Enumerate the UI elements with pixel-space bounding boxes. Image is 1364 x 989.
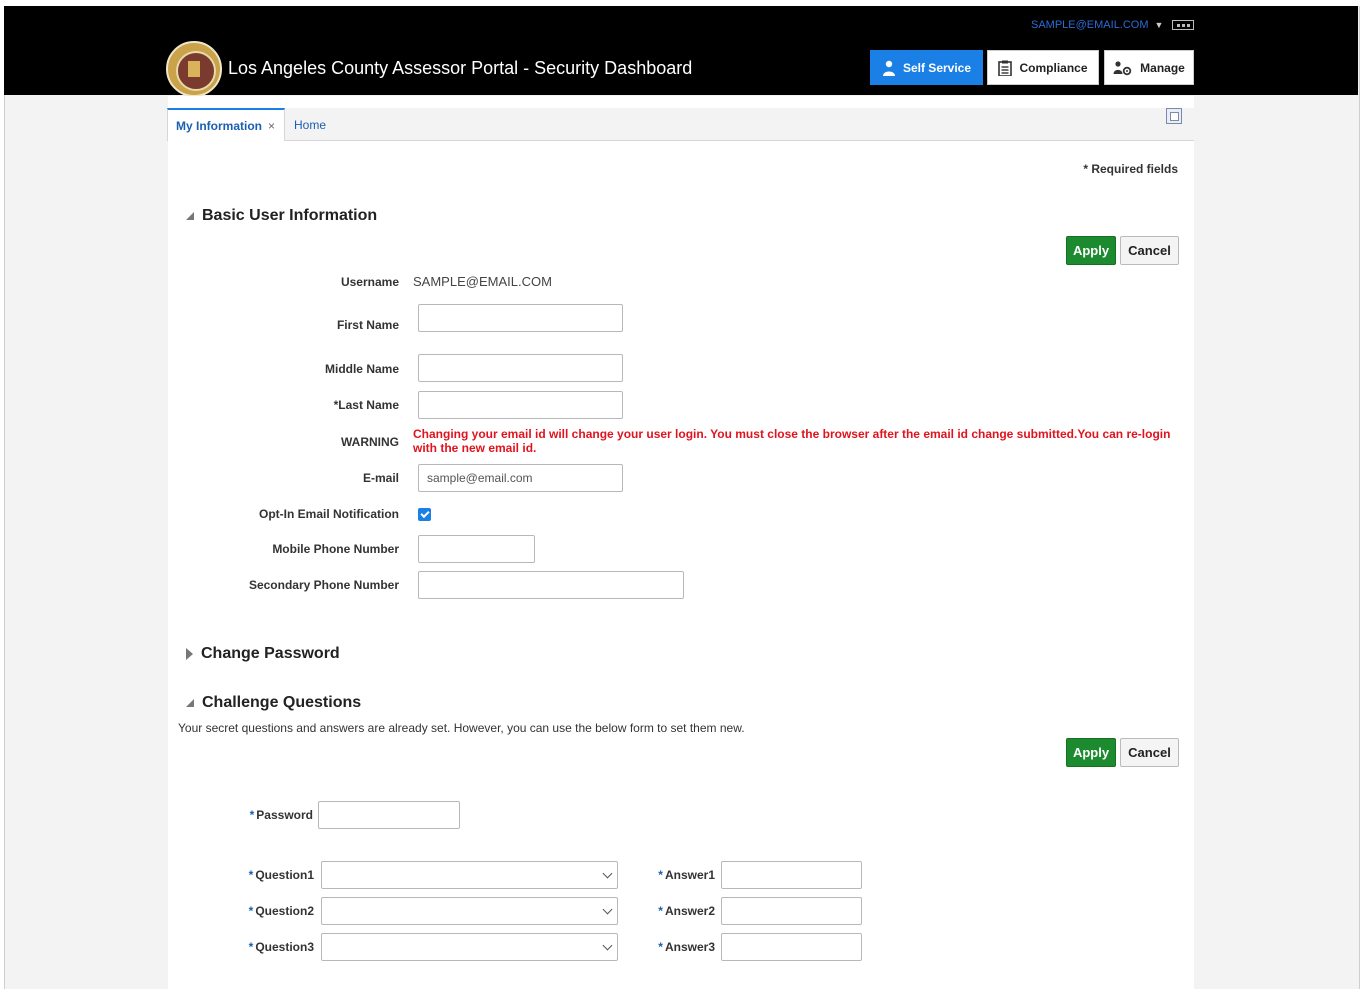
tab-my-information[interactable]: My Information ×: [167, 108, 285, 141]
person-icon: [882, 60, 896, 76]
clipboard-icon: [998, 60, 1013, 77]
compliance-button[interactable]: Compliance: [987, 50, 1099, 85]
chevron-down-icon: [602, 940, 613, 951]
people-gear-icon: [1113, 60, 1133, 76]
collapse-triangle-icon: [186, 699, 194, 707]
question1-select[interactable]: [321, 861, 618, 889]
change-password-section-header[interactable]: Change Password: [186, 645, 340, 663]
optin-checkbox[interactable]: [418, 508, 431, 521]
tab-my-information-label: My Information: [176, 118, 262, 133]
last-name-field[interactable]: [418, 391, 623, 419]
self-service-button[interactable]: Self Service: [870, 50, 983, 85]
answer2-field[interactable]: [721, 897, 862, 925]
question2-label: * Question2: [248, 904, 314, 918]
optin-label: Opt-In Email Notification: [259, 507, 399, 521]
challenge-description: Your secret questions and answers are al…: [178, 721, 745, 735]
change-password-title: Change Password: [201, 645, 340, 662]
answer3-field[interactable]: [721, 933, 862, 961]
chevron-down-icon: ▼: [1154, 20, 1164, 30]
mobile-phone-label: Mobile Phone Number: [272, 542, 399, 556]
compliance-label: Compliance: [1019, 60, 1088, 75]
export-icon[interactable]: [1166, 108, 1182, 124]
first-name-field[interactable]: [418, 304, 623, 332]
password-field[interactable]: [318, 801, 460, 829]
answer2-label: * Answer2: [658, 904, 715, 918]
collapse-triangle-icon: [186, 212, 194, 220]
challenge-section-header[interactable]: Challenge Questions: [186, 694, 361, 712]
county-seal-logo: [166, 41, 222, 97]
last-name-label: *Last Name: [333, 398, 399, 412]
cancel-button[interactable]: Cancel: [1120, 236, 1179, 265]
email-field[interactable]: [418, 464, 623, 492]
self-service-label: Self Service: [902, 60, 972, 75]
user-menu[interactable]: SAMPLE@EMAIL.COM ▼: [1031, 19, 1163, 31]
middle-name-field[interactable]: [418, 354, 623, 382]
tab-home[interactable]: Home: [286, 108, 334, 141]
user-email: SAMPLE@EMAIL.COM: [1031, 19, 1149, 31]
close-icon[interactable]: ×: [268, 119, 275, 133]
mobile-phone-field[interactable]: [418, 535, 535, 563]
secondary-phone-label: Secondary Phone Number: [248, 578, 399, 592]
warning-label: WARNING: [341, 435, 399, 449]
email-label: E-mail: [362, 471, 399, 485]
username-label: Username: [340, 275, 399, 289]
manage-label: Manage: [1140, 60, 1185, 75]
middle-name-label: Middle Name: [324, 362, 399, 376]
first-name-label: First Name: [336, 318, 399, 332]
challenge-apply-button[interactable]: Apply: [1066, 738, 1116, 767]
password-label: * Password: [249, 808, 313, 822]
question1-label: * Question1: [248, 868, 314, 882]
question3-label: * Question3: [248, 940, 314, 954]
expand-triangle-icon: [186, 648, 193, 660]
required-fields-note: * Required fields: [1083, 162, 1178, 176]
app-grid-icon[interactable]: [1172, 20, 1194, 30]
challenge-title: Challenge Questions: [202, 694, 362, 711]
challenge-cancel-button[interactable]: Cancel: [1120, 738, 1179, 767]
question2-select[interactable]: [321, 897, 618, 925]
answer3-label: * Answer3: [658, 940, 715, 954]
basic-info-section-header[interactable]: Basic User Information: [186, 207, 377, 225]
email-change-warning: Changing your email id will change your …: [413, 427, 1171, 455]
app-title: Los Angeles County Assessor Portal - Sec…: [228, 58, 693, 78]
question3-select[interactable]: [321, 933, 618, 961]
manage-button[interactable]: Manage: [1104, 50, 1194, 85]
chevron-down-icon: [602, 904, 613, 915]
answer1-label: * Answer1: [658, 868, 715, 882]
answer1-field[interactable]: [721, 861, 862, 889]
apply-button[interactable]: Apply: [1066, 236, 1116, 265]
basic-info-title: Basic User Information: [202, 207, 378, 224]
chevron-down-icon: [602, 868, 613, 879]
secondary-phone-field[interactable]: [418, 571, 684, 599]
username-value: SAMPLE@EMAIL.COM: [413, 274, 552, 289]
